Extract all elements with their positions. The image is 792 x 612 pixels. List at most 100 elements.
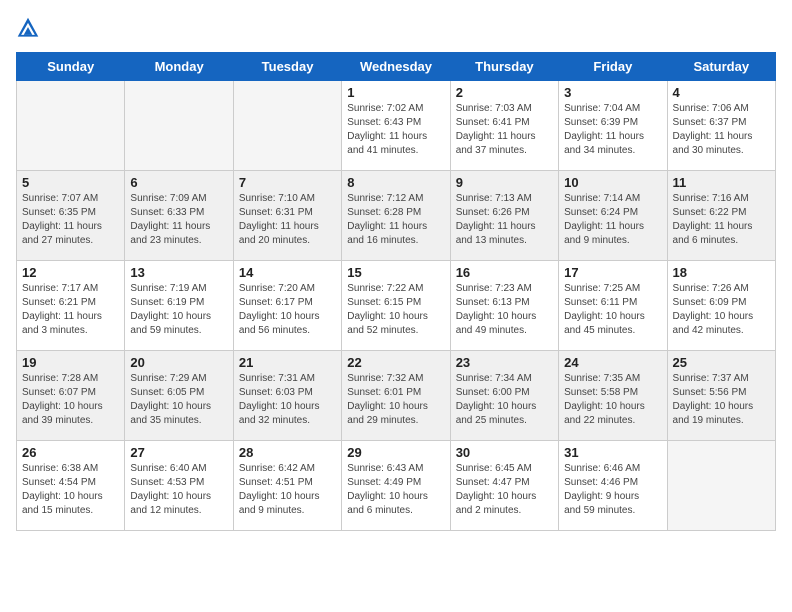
header-monday: Monday [125,53,233,81]
day-number: 17 [564,265,661,280]
day-info: Sunrise: 7:12 AM Sunset: 6:28 PM Dayligh… [347,192,444,248]
calendar-cell [125,81,233,171]
calendar-cell: 21 Sunrise: 7:31 AM Sunset: 6:03 PM Dayli… [233,351,341,441]
day-info: Sunrise: 7:10 AM Sunset: 6:31 PM Dayligh… [239,192,336,248]
day-number: 8 [347,175,444,190]
day-info: Sunrise: 7:02 AM Sunset: 6:43 PM Dayligh… [347,102,444,158]
day-info: Sunrise: 7:35 AM Sunset: 5:58 PM Dayligh… [564,372,661,428]
calendar-cell: 1 Sunrise: 7:02 AM Sunset: 6:43 PM Daylig… [342,81,450,171]
day-number: 16 [456,265,553,280]
header-saturday: Saturday [667,53,775,81]
logo-icon [16,16,40,40]
day-number: 1 [347,85,444,100]
calendar-cell: 8 Sunrise: 7:12 AM Sunset: 6:28 PM Daylig… [342,171,450,261]
calendar-cell: 29Sunrise: 6:43 AM Sunset: 4:49 PM Dayli… [342,441,450,531]
calendar-cell: 13Sunrise: 7:19 AM Sunset: 6:19 PM Dayli… [125,261,233,351]
header-wednesday: Wednesday [342,53,450,81]
day-number: 29 [347,445,444,460]
day-info: Sunrise: 7:04 AM Sunset: 6:39 PM Dayligh… [564,102,661,158]
day-number: 27 [130,445,227,460]
day-number: 2 [456,85,553,100]
calendar-cell [233,81,341,171]
calendar-cell: 14 Sunrise: 7:20 AM Sunset: 6:17 PM Dayli… [233,261,341,351]
day-number: 18 [673,265,770,280]
day-number: 5 [22,175,119,190]
calendar-cell: 6 Sunrise: 7:09 AM Sunset: 6:33 PM Daylig… [125,171,233,261]
day-info: Sunrise: 6:40 AM Sunset: 4:53 PM Dayligh… [130,462,227,518]
day-info: Sunrise: 7:03 AM Sunset: 6:41 PM Dayligh… [456,102,553,158]
day-info: Sunrise: 7:26 AM Sunset: 6:09 PM Dayligh… [673,282,770,338]
calendar-cell: 18 Sunrise: 7:26 AM Sunset: 6:09 PM Dayli… [667,261,775,351]
calendar-cell [17,81,125,171]
calendar-cell: 24Sunrise: 7:35 AM Sunset: 5:58 PM Dayli… [559,351,667,441]
calendar-week-row: 1 Sunrise: 7:02 AM Sunset: 6:43 PM Daylig… [17,81,776,171]
day-number: 23 [456,355,553,370]
day-number: 15 [347,265,444,280]
day-number: 21 [239,355,336,370]
calendar-cell: 17 Sunrise: 7:25 AM Sunset: 6:11 PM Dayli… [559,261,667,351]
day-info: Sunrise: 7:07 AM Sunset: 6:35 PM Dayligh… [22,192,119,248]
calendar-cell: 30Sunrise: 6:45 AM Sunset: 4:47 PM Dayli… [450,441,558,531]
calendar-cell: 11Sunrise: 7:16 AM Sunset: 6:22 PM Dayli… [667,171,775,261]
day-number: 20 [130,355,227,370]
calendar-cell: 28Sunrise: 6:42 AM Sunset: 4:51 PM Dayli… [233,441,341,531]
day-info: Sunrise: 7:06 AM Sunset: 6:37 PM Dayligh… [673,102,770,158]
header-thursday: Thursday [450,53,558,81]
calendar-cell: 10 Sunrise: 7:14 AM Sunset: 6:24 PM Dayli… [559,171,667,261]
day-info: Sunrise: 7:20 AM Sunset: 6:17 PM Dayligh… [239,282,336,338]
day-number: 6 [130,175,227,190]
day-info: Sunrise: 6:38 AM Sunset: 4:54 PM Dayligh… [22,462,119,518]
day-info: Sunrise: 7:17 AM Sunset: 6:21 PM Dayligh… [22,282,119,338]
day-info: Sunrise: 7:14 AM Sunset: 6:24 PM Dayligh… [564,192,661,248]
calendar-cell: 20Sunrise: 7:29 AM Sunset: 6:05 PM Dayli… [125,351,233,441]
calendar-cell: 27 Sunrise: 6:40 AM Sunset: 4:53 PM Dayli… [125,441,233,531]
day-number: 12 [22,265,119,280]
day-number: 4 [673,85,770,100]
calendar-cell: 2 Sunrise: 7:03 AM Sunset: 6:41 PM Daylig… [450,81,558,171]
calendar-cell: 7 Sunrise: 7:10 AM Sunset: 6:31 PM Daylig… [233,171,341,261]
calendar-week-row: 12 Sunrise: 7:17 AM Sunset: 6:21 PM Dayli… [17,261,776,351]
calendar-week-row: 26 Sunrise: 6:38 AM Sunset: 4:54 PM Dayli… [17,441,776,531]
day-info: Sunrise: 7:31 AM Sunset: 6:03 PM Dayligh… [239,372,336,428]
calendar-cell: 5 Sunrise: 7:07 AM Sunset: 6:35 PM Daylig… [17,171,125,261]
calendar-cell: 16 Sunrise: 7:23 AM Sunset: 6:13 PM Dayli… [450,261,558,351]
day-info: Sunrise: 7:19 AM Sunset: 6:19 PM Dayligh… [130,282,227,338]
header-friday: Friday [559,53,667,81]
day-info: Sunrise: 7:22 AM Sunset: 6:15 PM Dayligh… [347,282,444,338]
calendar-cell: 22 Sunrise: 7:32 AM Sunset: 6:01 PM Dayli… [342,351,450,441]
calendar-cell: 3 Sunrise: 7:04 AM Sunset: 6:39 PM Daylig… [559,81,667,171]
day-info: Sunrise: 7:25 AM Sunset: 6:11 PM Dayligh… [564,282,661,338]
day-number: 25 [673,355,770,370]
calendar-table: SundayMondayTuesdayWednesdayThursdayFrid… [16,52,776,531]
calendar-cell: 19 Sunrise: 7:28 AM Sunset: 6:07 PM Dayli… [17,351,125,441]
day-number: 9 [456,175,553,190]
day-info: Sunrise: 7:34 AM Sunset: 6:00 PM Dayligh… [456,372,553,428]
day-info: Sunrise: 7:09 AM Sunset: 6:33 PM Dayligh… [130,192,227,248]
header-sunday: Sunday [17,53,125,81]
day-number: 30 [456,445,553,460]
day-number: 26 [22,445,119,460]
day-info: Sunrise: 7:32 AM Sunset: 6:01 PM Dayligh… [347,372,444,428]
calendar-cell: 15 Sunrise: 7:22 AM Sunset: 6:15 PM Dayli… [342,261,450,351]
header [16,16,776,40]
calendar-header-row: SundayMondayTuesdayWednesdayThursdayFrid… [17,53,776,81]
day-number: 14 [239,265,336,280]
day-info: Sunrise: 7:13 AM Sunset: 6:26 PM Dayligh… [456,192,553,248]
day-number: 22 [347,355,444,370]
calendar-cell [667,441,775,531]
calendar-week-row: 19 Sunrise: 7:28 AM Sunset: 6:07 PM Dayli… [17,351,776,441]
day-number: 28 [239,445,336,460]
day-info: Sunrise: 7:23 AM Sunset: 6:13 PM Dayligh… [456,282,553,338]
day-number: 31 [564,445,661,460]
day-info: Sunrise: 6:46 AM Sunset: 4:46 PM Dayligh… [564,462,661,518]
calendar-cell: 9 Sunrise: 7:13 AM Sunset: 6:26 PM Daylig… [450,171,558,261]
calendar-cell: 12 Sunrise: 7:17 AM Sunset: 6:21 PM Dayli… [17,261,125,351]
day-number: 10 [564,175,661,190]
day-number: 19 [22,355,119,370]
day-number: 7 [239,175,336,190]
day-number: 3 [564,85,661,100]
day-info: Sunrise: 7:28 AM Sunset: 6:07 PM Dayligh… [22,372,119,428]
day-info: Sunrise: 7:37 AM Sunset: 5:56 PM Dayligh… [673,372,770,428]
calendar-cell: 31 Sunrise: 6:46 AM Sunset: 4:46 PM Dayli… [559,441,667,531]
calendar-week-row: 5 Sunrise: 7:07 AM Sunset: 6:35 PM Daylig… [17,171,776,261]
